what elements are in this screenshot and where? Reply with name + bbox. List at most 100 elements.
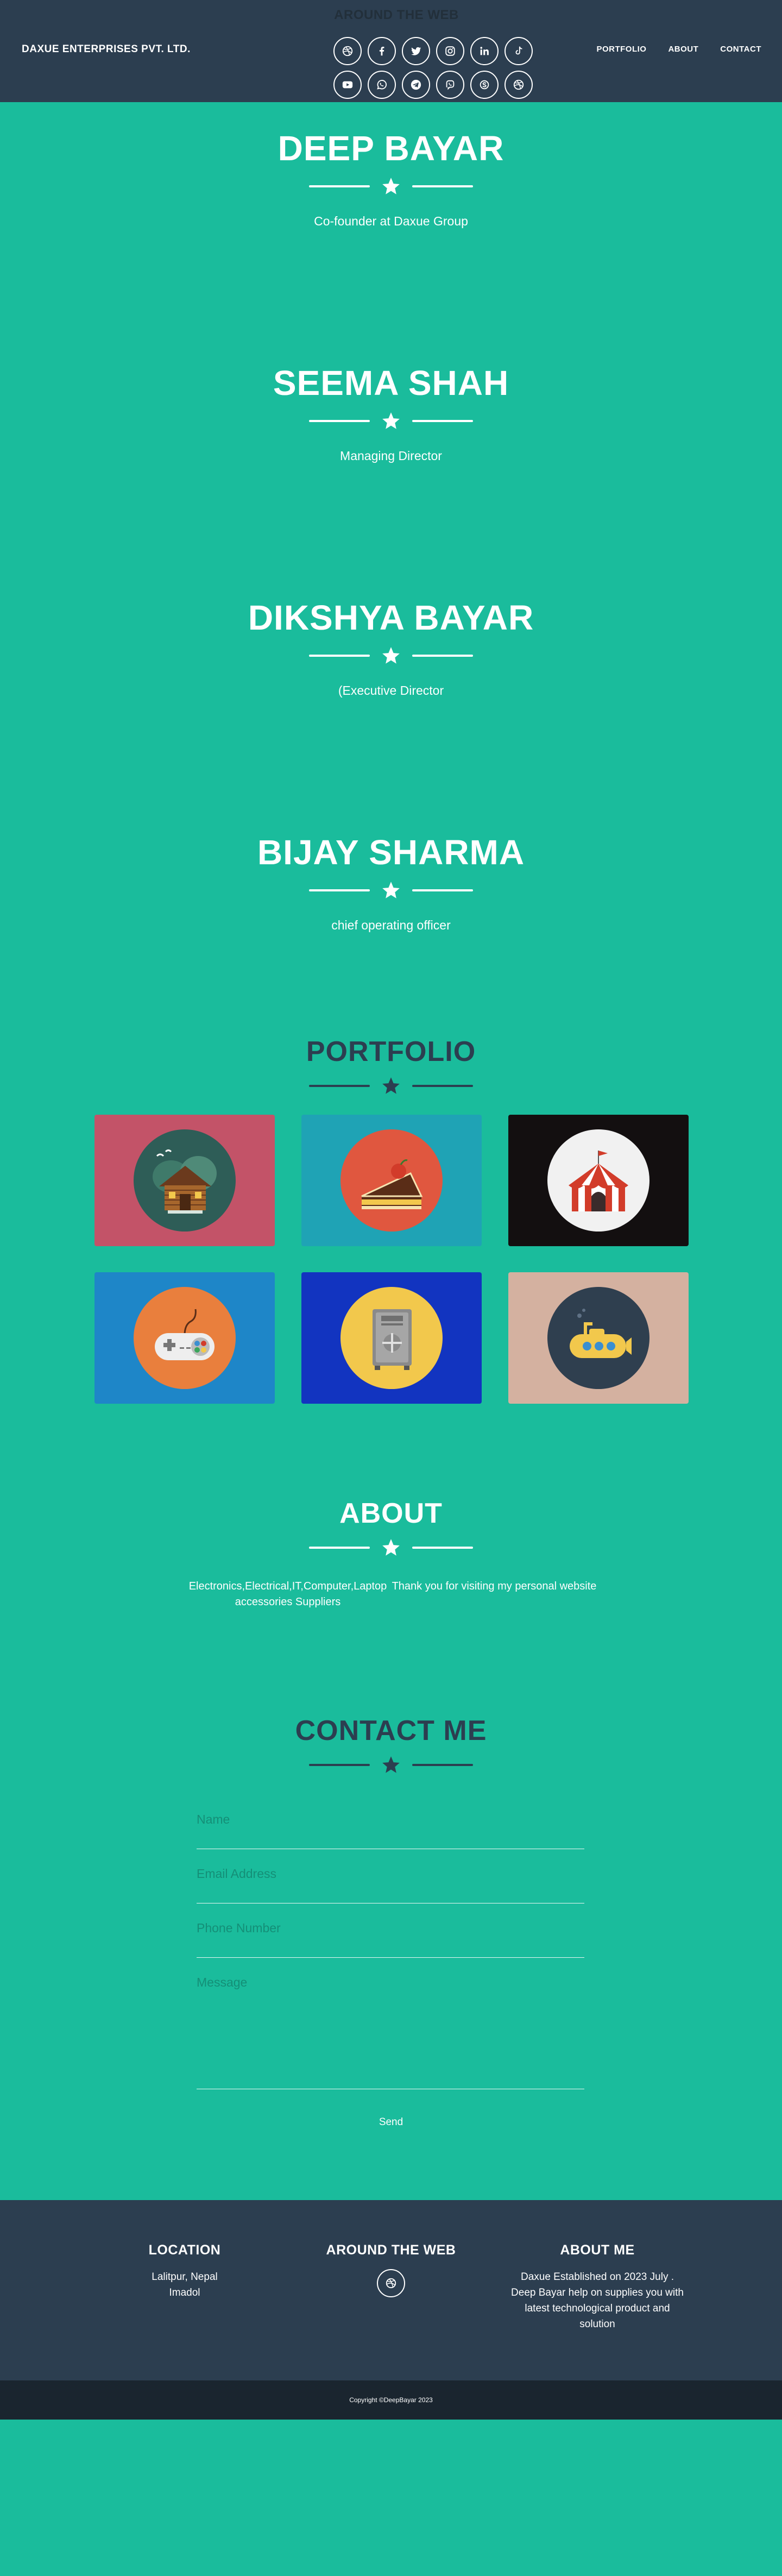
footer-location: LOCATION Lalitpur, Nepal Imadol bbox=[98, 2242, 272, 2301]
star-icon bbox=[382, 178, 400, 194]
name-input[interactable] bbox=[197, 1812, 584, 1827]
email-field-wrapper bbox=[197, 1867, 584, 1903]
linkedin-link[interactable] bbox=[470, 37, 499, 65]
email-input[interactable] bbox=[197, 1867, 584, 1881]
member-role: (Executive Director bbox=[338, 683, 444, 698]
telegram-link[interactable] bbox=[402, 71, 430, 99]
footer-web-title: AROUND THE WEB bbox=[326, 2242, 456, 2258]
member-role: Co-founder at Daxue Group bbox=[314, 214, 468, 228]
contact-header: CONTACT ME bbox=[0, 1714, 782, 1775]
footer-about-text: Daxue Established on 2023 July . Deep Ba… bbox=[511, 2271, 684, 2330]
brand-name[interactable]: DAXUE ENTERPRISES PVT. LTD. bbox=[22, 43, 191, 55]
phone-input[interactable] bbox=[197, 1921, 584, 1936]
portfolio-circle bbox=[134, 1287, 236, 1389]
member-name: SEEMA SHAH bbox=[273, 363, 509, 403]
cabin-icon bbox=[153, 1149, 217, 1214]
social-links bbox=[333, 37, 543, 99]
star-divider bbox=[0, 1076, 782, 1096]
whatsapp-link[interactable] bbox=[368, 71, 396, 99]
message-field-wrapper bbox=[197, 1975, 584, 2089]
nav-link-contact[interactable]: CONTACT bbox=[720, 45, 761, 54]
portfolio-title: PORTFOLIO bbox=[306, 1036, 476, 1067]
navbar: DAXUE ENTERPRISES PVT. LTD. AROUND THE W… bbox=[0, 0, 782, 102]
youtube-link[interactable] bbox=[333, 71, 362, 99]
footer-location-text: Lalitpur, Nepal Imadol bbox=[152, 2271, 218, 2298]
tiktok-icon bbox=[513, 45, 525, 57]
nav-links: PORTFOLIO ABOUT CONTACT bbox=[596, 45, 761, 54]
team-member: BIJAY SHARMA chief operating officer bbox=[0, 832, 782, 933]
portfolio-item[interactable] bbox=[301, 1272, 482, 1404]
telegram-icon bbox=[410, 79, 422, 91]
whatsapp-icon bbox=[376, 79, 388, 91]
about-left-text: Electronics,Electrical,IT,Computer,Lapto… bbox=[188, 1580, 387, 1608]
about-right-text: Thank you for visiting my personal websi… bbox=[392, 1580, 597, 1592]
nav-link-about[interactable]: ABOUT bbox=[668, 45, 698, 54]
portfolio-header: PORTFOLIO bbox=[0, 1035, 782, 1096]
portfolio-circle bbox=[134, 1129, 236, 1232]
team-member: SEEMA SHAH Managing Director bbox=[0, 363, 782, 463]
footer-about-title: ABOUT ME bbox=[560, 2242, 635, 2258]
portfolio-circle bbox=[547, 1287, 649, 1389]
viber-link[interactable] bbox=[436, 71, 464, 99]
member-name: BIJAY SHARMA bbox=[257, 833, 525, 872]
portfolio-circle bbox=[340, 1287, 443, 1389]
dribbble-link[interactable] bbox=[504, 71, 533, 99]
star-icon bbox=[382, 882, 400, 899]
instagram-icon bbox=[444, 45, 456, 57]
facebook-link[interactable] bbox=[368, 37, 396, 65]
cake-icon bbox=[361, 1159, 423, 1209]
copyright-bar: Copyright ©DeepBayar 2023 bbox=[0, 2380, 782, 2420]
member-name: DIKSHYA BAYAR bbox=[248, 598, 534, 637]
portfolio-item[interactable] bbox=[508, 1115, 689, 1246]
submarine-icon bbox=[570, 1309, 632, 1358]
about-title: ABOUT bbox=[339, 1498, 443, 1529]
around-the-web-heading: AROUND THE WEB bbox=[334, 8, 459, 22]
send-button[interactable]: Send bbox=[358, 2113, 424, 2132]
facebook-icon bbox=[376, 45, 388, 57]
skype-link[interactable] bbox=[470, 71, 499, 99]
tiktok-link[interactable] bbox=[504, 37, 533, 65]
dribbble-icon bbox=[513, 79, 525, 91]
dribbble-link[interactable] bbox=[333, 37, 362, 65]
portfolio-circle bbox=[547, 1129, 649, 1232]
team-member: DEEP BAYAR Co-founder at Daxue Group bbox=[0, 128, 782, 229]
contact-title: CONTACT ME bbox=[295, 1715, 487, 1746]
dribbble-icon bbox=[342, 45, 354, 57]
viber-icon bbox=[444, 79, 456, 91]
portfolio-item[interactable] bbox=[301, 1115, 482, 1246]
game-controller-icon bbox=[155, 1309, 215, 1360]
footer-location-title: LOCATION bbox=[148, 2242, 221, 2258]
star-divider bbox=[0, 1537, 782, 1558]
youtube-icon bbox=[342, 79, 354, 91]
portfolio-grid bbox=[94, 1115, 689, 1404]
footer-about: ABOUT ME Daxue Established on 2023 July … bbox=[510, 2242, 684, 2332]
footer-dribbble-link[interactable] bbox=[377, 2269, 405, 2297]
name-field-wrapper bbox=[197, 1812, 584, 1849]
star-divider bbox=[0, 880, 782, 901]
message-input[interactable] bbox=[197, 1975, 584, 2084]
footer: LOCATION Lalitpur, Nepal Imadol AROUND T… bbox=[0, 2200, 782, 2380]
dribbble-icon bbox=[386, 2278, 396, 2289]
portfolio-item[interactable] bbox=[94, 1115, 275, 1246]
star-divider bbox=[0, 1755, 782, 1775]
instagram-link[interactable] bbox=[436, 37, 464, 65]
team-member: DIKSHYA BAYAR (Executive Director bbox=[0, 598, 782, 698]
circus-tent-icon bbox=[569, 1151, 628, 1211]
linkedin-icon bbox=[478, 45, 490, 57]
portfolio-circle bbox=[340, 1129, 443, 1232]
twitter-link[interactable] bbox=[402, 37, 430, 65]
safe-icon bbox=[373, 1309, 412, 1370]
nav-link-portfolio[interactable]: PORTFOLIO bbox=[596, 45, 646, 54]
about-header: ABOUT bbox=[0, 1497, 782, 1558]
copyright-text: Copyright ©DeepBayar 2023 bbox=[349, 2396, 433, 2404]
star-divider bbox=[0, 645, 782, 666]
star-icon bbox=[382, 1539, 400, 1556]
star-divider bbox=[0, 411, 782, 431]
star-divider bbox=[0, 176, 782, 197]
star-icon bbox=[382, 1756, 400, 1773]
member-name: DEEP BAYAR bbox=[278, 129, 504, 168]
member-role: chief operating officer bbox=[331, 918, 451, 932]
footer-web: AROUND THE WEB bbox=[304, 2242, 478, 2297]
portfolio-item[interactable] bbox=[508, 1272, 689, 1404]
portfolio-item[interactable] bbox=[94, 1272, 275, 1404]
